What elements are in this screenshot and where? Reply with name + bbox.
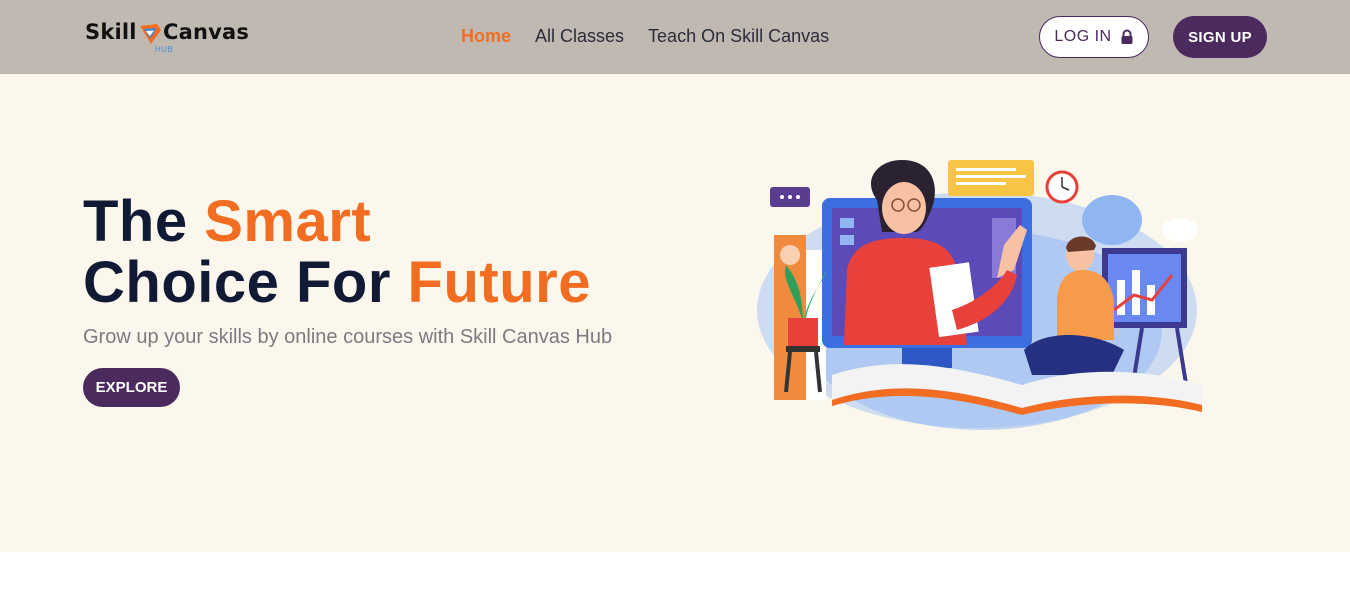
brand-logo[interactable]: Skill Canvas HUB (85, 18, 249, 58)
hero-section: The Smart Choice For Future Grow up your… (0, 74, 1350, 552)
lock-icon (1121, 29, 1133, 44)
signup-button[interactable]: SIGN UP (1173, 16, 1267, 58)
logo-text-canvas: Canvas (163, 20, 250, 44)
nav-link-teach[interactable]: Teach On Skill Canvas (648, 26, 829, 47)
logo-text-skill: Skill (85, 20, 137, 44)
hero-title-text-2: Choice For (83, 250, 408, 315)
logo-subtext: HUB (155, 45, 174, 54)
main-nav: Home All Classes Teach On Skill Canvas (461, 26, 829, 47)
canvas-logo-icon (140, 24, 161, 44)
hero-title-accent-2: Future (407, 250, 591, 315)
online-learning-illustration (757, 160, 1202, 430)
explore-button[interactable]: EXPLORE (83, 368, 180, 407)
top-navbar: Skill Canvas HUB Home All Classes Teach … (0, 0, 1350, 74)
hero-title-text-1: The (83, 189, 205, 254)
hero-title-accent-1: Smart (204, 189, 372, 254)
login-button[interactable]: LOG IN (1039, 16, 1149, 58)
hero-title: The Smart Choice For Future (83, 191, 591, 313)
nav-link-all-classes[interactable]: All Classes (535, 26, 624, 47)
nav-link-home[interactable]: Home (461, 26, 511, 47)
hero-subtitle: Grow up your skills by online courses wi… (83, 326, 613, 348)
login-label: LOG IN (1054, 28, 1112, 45)
